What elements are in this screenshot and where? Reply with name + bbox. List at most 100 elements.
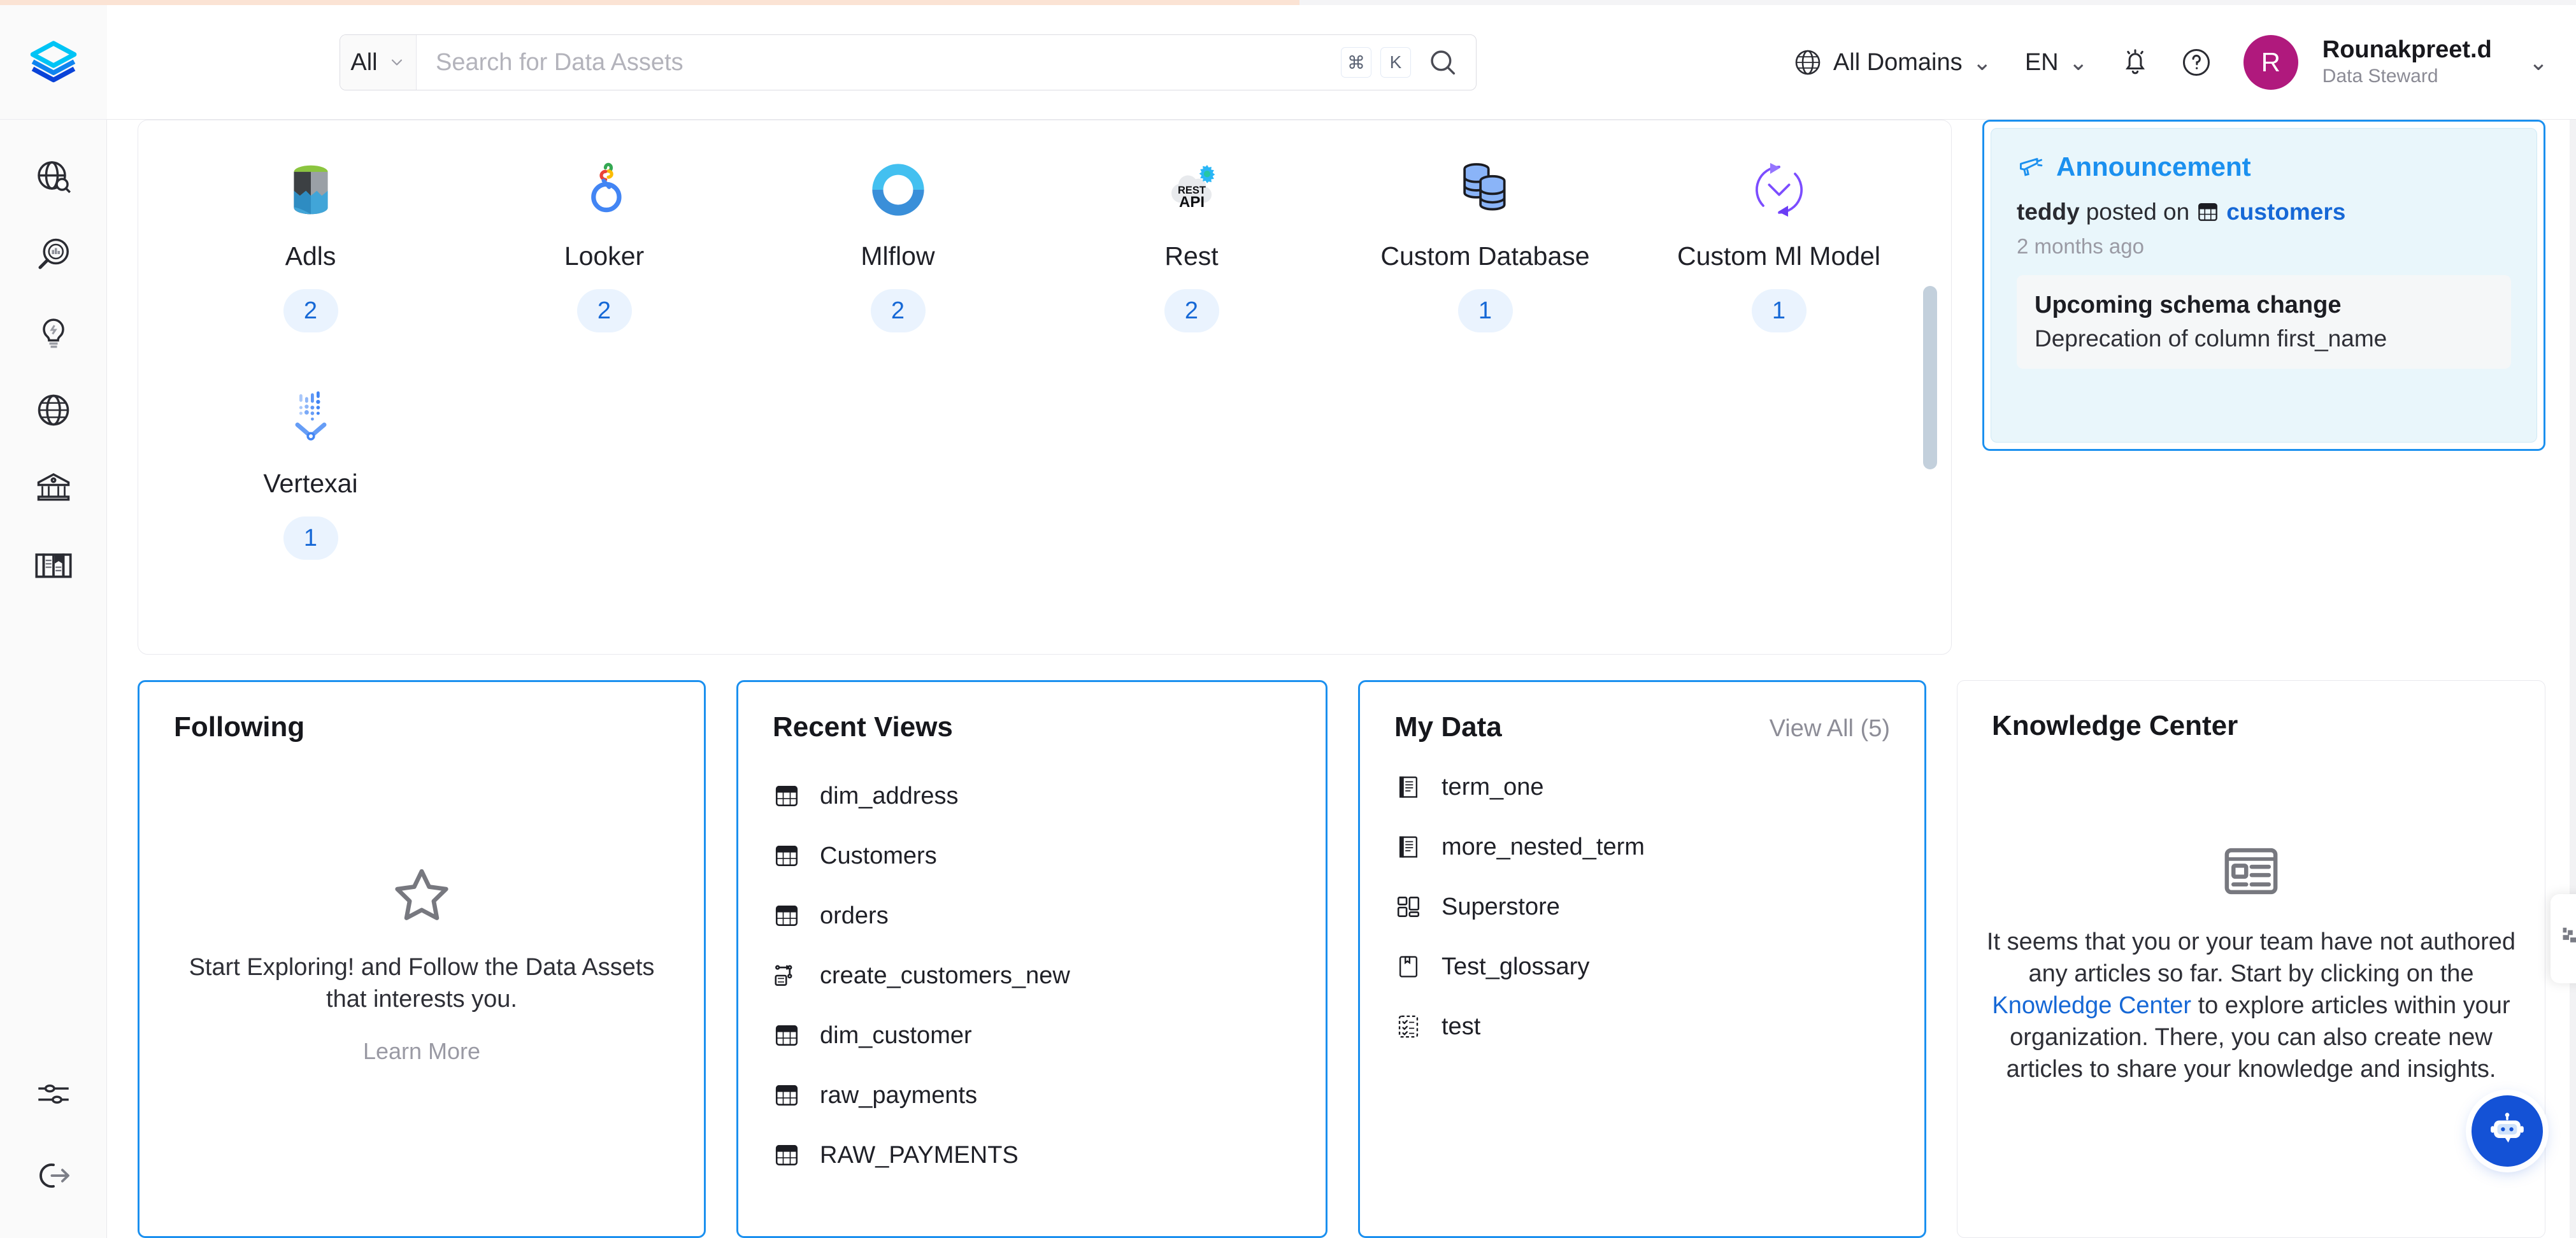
glossary-term-icon — [1399, 836, 1418, 858]
sidebar-item-insights[interactable] — [24, 308, 83, 357]
services-scrollbar-thumb[interactable] — [1923, 286, 1937, 469]
announcement-time: 2 months ago — [2017, 234, 2144, 258]
announcement-entity-link[interactable]: customers — [2226, 199, 2345, 225]
list-item[interactable]: Customers — [773, 826, 1291, 886]
service-looker[interactable]: Looker 2 — [457, 142, 751, 332]
help-button[interactable] — [2166, 32, 2227, 93]
edge-floating-button[interactable] — [2551, 894, 2576, 983]
bell-icon — [2125, 49, 2145, 75]
search-scope-dropdown[interactable]: All — [340, 35, 417, 90]
my-data-card-head: My Data View All (5) — [1360, 682, 1924, 743]
notifications-button[interactable] — [2105, 32, 2166, 93]
glossary-icon — [1399, 956, 1418, 978]
service-mlflow[interactable]: Mlflow 2 — [751, 142, 1045, 332]
services-panel: Adls 2 Looker 2 Mlflow 2 REST API Rest 2… — [138, 120, 1952, 655]
page-scrollbar[interactable] — [2570, 120, 2576, 1238]
service-adls[interactable]: Adls 2 — [164, 142, 457, 332]
service-label: Vertexai — [263, 469, 358, 498]
search-icon[interactable] — [1426, 46, 1459, 79]
vertexai-icon — [280, 369, 341, 465]
following-card-head: Following — [140, 682, 704, 743]
checklist-icon — [1398, 1015, 1419, 1038]
list-item[interactable]: Test_glossary — [1394, 937, 1890, 997]
service-vertexai[interactable]: Vertexai 1 — [164, 369, 457, 560]
chatbot-button[interactable] — [2472, 1095, 2543, 1167]
table-icon — [775, 786, 798, 806]
sidebar-item-knowledge-center[interactable] — [24, 541, 83, 590]
table-icon — [2198, 203, 2218, 221]
domain-selector[interactable]: All Domains ⌄ — [1776, 47, 2008, 78]
announcement-panel: Announcement teddy posted on customers 2… — [1982, 120, 2545, 451]
list-item[interactable]: raw_payments — [773, 1065, 1291, 1125]
service-custom-database[interactable]: Custom Database 1 — [1338, 142, 1632, 332]
announcement-title: Announcement — [2056, 152, 2251, 181]
globe-icon — [1795, 50, 1821, 75]
table-icon — [775, 1025, 798, 1046]
globe-search-icon — [37, 161, 71, 194]
list-item[interactable]: RAW_PAYMENTS — [773, 1125, 1291, 1185]
left-sidebar — [0, 5, 107, 1238]
list-item[interactable]: term_one — [1394, 757, 1890, 817]
my-data-view-all-link[interactable]: View All (5) — [1770, 715, 1890, 743]
kbd-command: ⌘ — [1341, 47, 1371, 78]
knowledge-center-empty-state: It seems that you or your team have not … — [1957, 742, 2545, 1181]
knowledge-center-link[interactable]: Knowledge Center — [1992, 992, 2191, 1019]
following-learn-more-link[interactable]: Learn More — [363, 1038, 480, 1065]
service-custom-ml-model[interactable]: Custom Ml Model 1 — [1632, 142, 1926, 332]
sidebar-item-explore[interactable] — [24, 153, 83, 201]
sidebar-item-govern[interactable] — [24, 464, 83, 512]
knowledge-center-empty-text: It seems that you or your team have not … — [1983, 926, 2519, 1086]
search-input[interactable] — [417, 35, 1341, 90]
service-label: Mlflow — [861, 241, 935, 271]
list-item[interactable]: orders — [773, 886, 1291, 946]
list-item[interactable]: more_nested_term — [1394, 817, 1890, 877]
user-info: Rounakpreet.d Data Steward — [2322, 36, 2492, 89]
announcement-posted-on: posted on — [2086, 199, 2190, 225]
service-count: 2 — [870, 289, 926, 332]
flag-icon — [2563, 927, 2576, 943]
my-data-list: term_one more_nested_term Superstore Tes… — [1360, 743, 1924, 1057]
following-empty-text: Start Exploring! and Follow the Data Ass… — [189, 953, 655, 1013]
following-card: Following Start Exploring! and Follow th… — [138, 680, 706, 1238]
sidebar-item-logout[interactable] — [24, 1151, 83, 1200]
sidebar-item-domains[interactable] — [24, 386, 83, 434]
search-bar[interactable]: All ⌘ K — [340, 34, 1477, 90]
announcement-meta: teddy posted on customers — [2017, 199, 2511, 225]
sidebar-item-observability[interactable] — [24, 231, 83, 279]
language-selector[interactable]: EN ⌄ — [2008, 49, 2105, 76]
announcement-title-row: Announcement — [2017, 152, 2511, 182]
chevron-down-icon: ⌄ — [1972, 49, 1992, 75]
user-role: Data Steward — [2322, 66, 2438, 87]
services-grid: Adls 2 Looker 2 Mlflow 2 REST API Rest 2… — [138, 120, 1951, 560]
list-item-label: test — [1442, 1013, 1481, 1040]
chevron-down-icon: ⌄ — [2528, 49, 2548, 75]
announcement-author: teddy — [2017, 199, 2080, 225]
service-label: Adls — [285, 241, 336, 271]
recent-views-list: dim_address Customers orders create_cust… — [738, 743, 1326, 1185]
user-menu[interactable]: R Rounakpreet.d Data Steward ⌄ — [2227, 35, 2576, 90]
list-item[interactable]: test — [1394, 997, 1890, 1057]
list-item-label: orders — [820, 902, 889, 929]
header-right-actions: All Domains ⌄ EN ⌄ R Rounakpreet.d Data … — [1776, 5, 2576, 120]
service-rest[interactable]: REST API Rest 2 — [1045, 142, 1338, 332]
announcement-card[interactable]: Upcoming schema change Deprecation of co… — [2017, 275, 2511, 369]
magnifier-chart-icon — [38, 238, 69, 269]
services-scrollbar[interactable] — [1923, 286, 1937, 469]
sidebar-item-settings[interactable] — [24, 1070, 83, 1118]
sidebar-bottom-items — [0, 1070, 107, 1200]
service-count: 2 — [1164, 289, 1219, 332]
chevron-down-icon: ⌄ — [2068, 49, 2088, 75]
list-item[interactable]: dim_customer — [773, 1006, 1291, 1065]
list-item[interactable]: Superstore — [1394, 877, 1890, 937]
list-item[interactable]: create_customers_new — [773, 946, 1291, 1006]
sliders-icon — [38, 1084, 69, 1104]
table-icon — [775, 906, 798, 926]
rest-api-icon: REST API — [1161, 142, 1222, 238]
lightbulb-icon — [42, 318, 64, 348]
app-logo[interactable] — [0, 5, 107, 120]
language-label: EN — [2024, 48, 2059, 76]
list-item[interactable]: dim_address — [773, 766, 1291, 826]
announcement-card-title: Upcoming schema change — [2035, 292, 2342, 318]
chatbot-icon — [2491, 1113, 2524, 1143]
avatar: R — [2243, 35, 2298, 90]
